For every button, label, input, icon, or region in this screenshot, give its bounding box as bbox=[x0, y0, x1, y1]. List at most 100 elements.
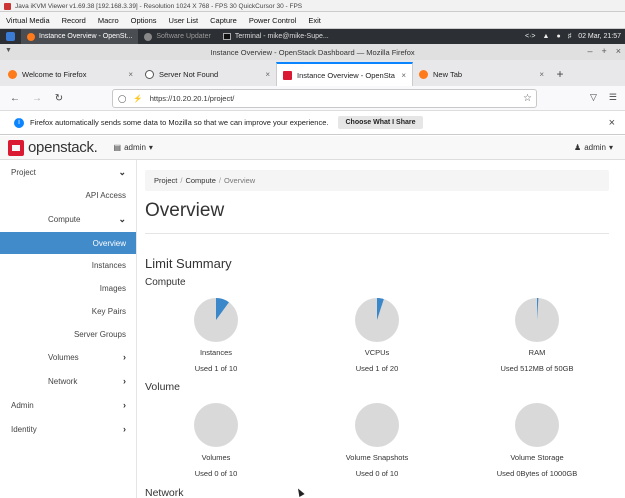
openstack-logo[interactable]: openstack. bbox=[0, 139, 98, 156]
forward-icon[interactable]: → bbox=[26, 93, 48, 104]
task-firefox[interactable]: Instance Overview - OpenSt... bbox=[21, 29, 139, 44]
back-icon[interactable]: ← bbox=[4, 93, 26, 104]
firefox-icon bbox=[419, 69, 428, 79]
sidebar-item-volumes[interactable]: Volumes › bbox=[0, 346, 136, 368]
chevron-right-icon: › bbox=[123, 424, 126, 434]
new-tab-button[interactable]: + bbox=[550, 62, 570, 86]
pie-label: Volume Snapshots bbox=[345, 453, 409, 462]
window-controls: – + × bbox=[587, 46, 621, 56]
breadcrumb-compute[interactable]: Compute bbox=[185, 176, 215, 185]
sidebar-item-overview[interactable]: Overview bbox=[0, 232, 136, 254]
project-switcher[interactable]: ▤ admin ▾ bbox=[114, 143, 153, 152]
sidebar-item-api-access[interactable]: API Access bbox=[0, 184, 136, 206]
url-text: https://10.20.20.1/project/ bbox=[149, 94, 235, 103]
chevron-down-icon: ⌄ bbox=[118, 166, 126, 177]
info-icon: i bbox=[14, 117, 24, 128]
navigation-bar: ← → ↻ ◯ ⚡ https://10.20.20.1/project/ ☆ … bbox=[0, 86, 625, 111]
sidebar-item-label: Admin bbox=[11, 400, 34, 410]
volume-icon[interactable]: ♯ bbox=[568, 33, 572, 40]
chevron-right-icon: › bbox=[123, 376, 126, 386]
sidebar-item-key-pairs[interactable]: Key Pairs bbox=[0, 300, 136, 322]
menu-power-control[interactable]: Power Control bbox=[243, 16, 303, 25]
pie-label: RAM bbox=[528, 348, 546, 357]
pie-label: VCPUs bbox=[364, 348, 390, 357]
chevron-right-icon: › bbox=[123, 400, 126, 410]
firefox-icon bbox=[27, 32, 35, 41]
pie-graphic bbox=[194, 298, 238, 342]
tab-new-tab[interactable]: New Tab × bbox=[413, 62, 550, 86]
updater-icon bbox=[144, 32, 153, 41]
logo-text: openstack. bbox=[28, 139, 98, 156]
sidebar-item-admin[interactable]: Admin › bbox=[0, 394, 136, 416]
pie-usage: Used 512MB of 50GB bbox=[500, 364, 574, 373]
close-notification-icon[interactable]: × bbox=[609, 117, 615, 129]
close-tab-icon[interactable]: × bbox=[401, 71, 406, 80]
sidebar-item-identity[interactable]: Identity › bbox=[0, 418, 136, 440]
browser-title-bar: ▼ Instance Overview - OpenStack Dashboar… bbox=[0, 44, 625, 60]
window-menu-icon[interactable]: ▼ bbox=[5, 47, 12, 54]
tab-server-not-found[interactable]: Server Not Found × bbox=[139, 62, 276, 86]
sidebar-item-images[interactable]: Images bbox=[0, 277, 136, 299]
firefox-icon bbox=[8, 69, 17, 79]
sidebar-item-server-groups[interactable]: Server Groups bbox=[0, 323, 136, 345]
task-label: Software Updater bbox=[156, 33, 211, 40]
hamburger-menu-icon[interactable]: ☰ bbox=[609, 92, 617, 103]
task-terminal[interactable]: Terminal - mike@mike-Supe... bbox=[217, 29, 335, 44]
clock[interactable]: 02 Mar, 21:57 bbox=[578, 33, 621, 40]
system-tray: <·> ▲ ● ♯ 02 Mar, 21:57 bbox=[525, 33, 625, 40]
title-divider bbox=[145, 233, 609, 234]
minimize-icon[interactable]: – bbox=[587, 46, 592, 56]
menu-user-list[interactable]: User List bbox=[163, 16, 205, 25]
notification-bar: i Firefox automatically sends some data … bbox=[0, 111, 625, 135]
project-name: admin bbox=[124, 143, 146, 152]
chevron-down-icon: ⌄ bbox=[118, 213, 126, 224]
pie-label: Instances bbox=[199, 348, 233, 357]
network-arrows-icon[interactable]: <·> bbox=[525, 33, 536, 40]
url-bar[interactable]: ◯ ⚡ https://10.20.20.1/project/ ☆ bbox=[112, 89, 537, 108]
menu-virtual-media[interactable]: Virtual Media bbox=[0, 16, 56, 25]
user-icon: ♟ bbox=[574, 143, 582, 152]
sidebar-item-label: API Access bbox=[85, 190, 126, 200]
pie-chart-instances: Instances Used 1 of 10 bbox=[141, 297, 291, 373]
notification-text: Firefox automatically sends some data to… bbox=[30, 118, 329, 127]
menu-capture[interactable]: Capture bbox=[204, 16, 243, 25]
choose-what-i-share-button[interactable]: Choose What I Share bbox=[338, 116, 423, 129]
pie-usage: Used 0Bytes of 1000GB bbox=[496, 469, 578, 478]
breadcrumb-project[interactable]: Project bbox=[154, 176, 177, 185]
menu-exit[interactable]: Exit bbox=[302, 16, 327, 25]
sidebar-item-network[interactable]: Network › bbox=[0, 370, 136, 392]
user-menu[interactable]: ♟ admin ▾ bbox=[574, 143, 625, 152]
tab-welcome[interactable]: Welcome to Firefox × bbox=[2, 62, 139, 86]
menu-options[interactable]: Options bbox=[125, 16, 163, 25]
lock-icon[interactable]: ⚡ bbox=[133, 94, 142, 103]
sidebar-item-instances[interactable]: Instances bbox=[0, 254, 136, 276]
pocket-icon[interactable]: ▽ bbox=[590, 92, 597, 103]
update-icon[interactable]: ● bbox=[556, 33, 560, 40]
caret-down-icon: ▾ bbox=[608, 143, 613, 152]
limit-summary-heading: Limit Summary bbox=[145, 256, 232, 271]
bookmark-star-icon[interactable]: ☆ bbox=[523, 93, 536, 104]
reload-icon[interactable]: ↻ bbox=[48, 93, 70, 104]
tab-instance-overview[interactable]: Instance Overview - OpenSta × bbox=[276, 62, 413, 86]
menu-record[interactable]: Record bbox=[56, 16, 92, 25]
notification-bell-icon[interactable]: ▲ bbox=[543, 33, 550, 40]
sidebar-item-compute[interactable]: Compute ⌄ bbox=[0, 208, 136, 230]
pie-usage: Used 0 of 10 bbox=[355, 469, 399, 478]
close-icon[interactable]: × bbox=[616, 46, 621, 56]
app-menu-button[interactable] bbox=[0, 29, 21, 44]
menu-macro[interactable]: Macro bbox=[92, 16, 125, 25]
pie-usage: Used 0 of 10 bbox=[194, 469, 238, 478]
sidebar-item-project[interactable]: Project ⌄ bbox=[0, 161, 136, 183]
maximize-icon[interactable]: + bbox=[601, 46, 606, 56]
task-software-updater[interactable]: Software Updater bbox=[138, 29, 216, 44]
pie-graphic bbox=[515, 297, 559, 342]
tab-label: Server Not Found bbox=[159, 69, 219, 79]
pie-free-slice bbox=[194, 403, 238, 447]
info-icon bbox=[145, 69, 154, 79]
close-tab-icon[interactable]: × bbox=[539, 70, 544, 79]
close-tab-icon[interactable]: × bbox=[128, 70, 133, 79]
main-content: Project / Compute / Overview Overview Li… bbox=[137, 160, 625, 498]
pie-free-slice bbox=[355, 403, 399, 447]
shield-icon[interactable]: ◯ bbox=[118, 94, 126, 103]
close-tab-icon[interactable]: × bbox=[265, 70, 270, 79]
